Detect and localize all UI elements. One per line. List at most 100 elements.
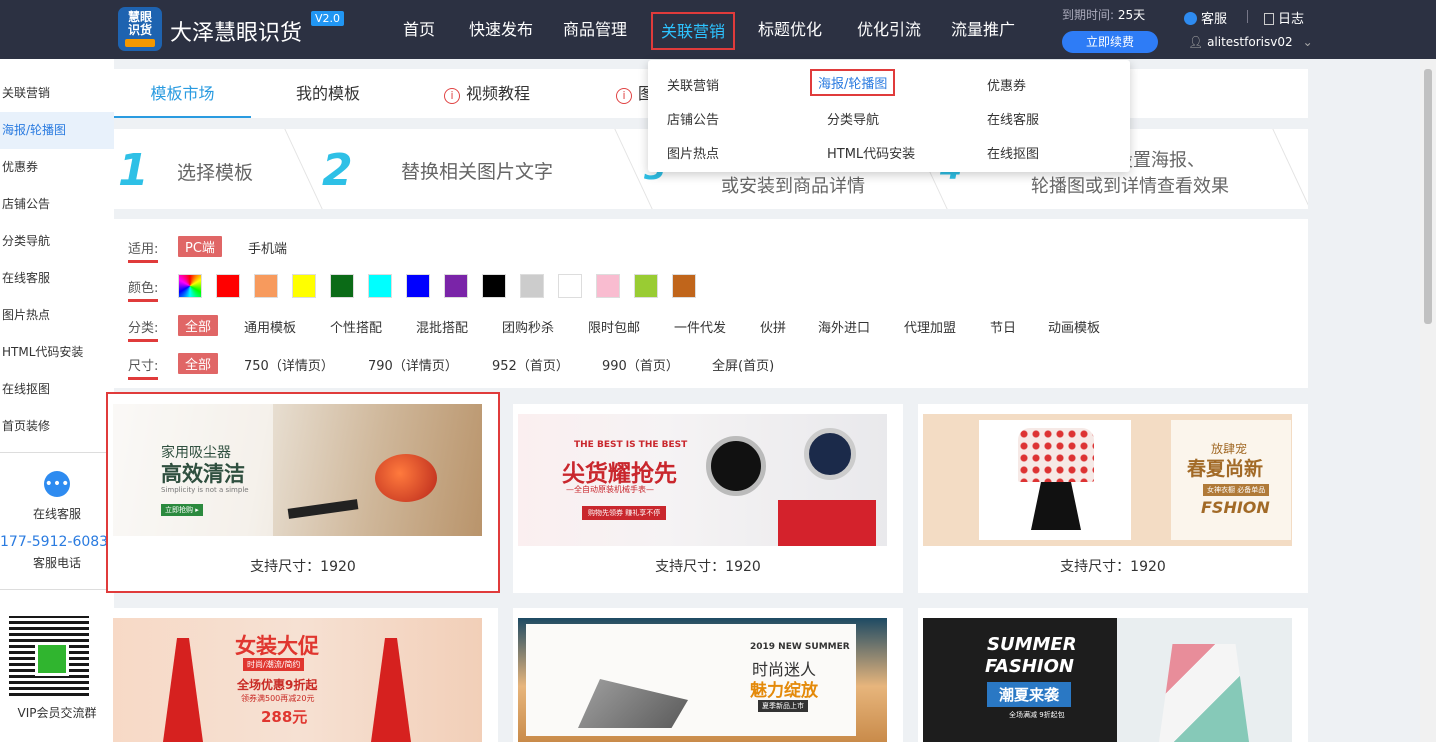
card-caption: 支持尺寸：1920 xyxy=(1060,559,1166,575)
template-thumbnail: SUMMER FASHION 潮夏来袭 全场满减 9折起包 xyxy=(923,618,1292,742)
nav-product-manage[interactable]: 商品管理 xyxy=(563,0,627,59)
filter-option-cat[interactable]: 限时包邮 xyxy=(588,317,640,336)
template-card-vacuum[interactable]: 家用吸尘器 高效清洁 Simplicity is not a simple 立即… xyxy=(106,392,500,593)
filter-option-size[interactable]: 全屏(首页) xyxy=(712,355,774,374)
sidebar-item-html-install[interactable]: HTML代码安装 xyxy=(0,334,114,371)
color-swatch[interactable] xyxy=(254,274,278,298)
color-swatch[interactable] xyxy=(520,274,544,298)
color-swatch[interactable] xyxy=(406,274,430,298)
tab-my-templates[interactable]: 我的模板 xyxy=(296,69,360,118)
brand-name: 大泽慧眼识货 xyxy=(170,21,303,46)
filter-option-cat[interactable]: 伙拼 xyxy=(760,317,786,336)
renew-button[interactable]: 立即续费 xyxy=(1062,31,1158,53)
nav-traffic-optimize[interactable]: 优化引流 xyxy=(857,0,921,59)
sidebar-item-coupon[interactable]: 优惠券 xyxy=(0,149,114,186)
template-thumbnail: 2019 NEW SUMMER 时尚迷人 魅力绽放 夏季新品上市 xyxy=(518,618,887,742)
online-service-label[interactable]: 在线客服 xyxy=(0,505,114,522)
filter-option-size-all[interactable]: 全部 xyxy=(178,353,219,374)
menu-item-related-marketing[interactable]: 关联营销 xyxy=(667,75,719,94)
color-swatch[interactable] xyxy=(558,274,582,298)
scrollbar[interactable] xyxy=(1420,59,1436,742)
color-swatch[interactable] xyxy=(216,274,240,298)
filter-label-category: 分类: xyxy=(128,317,159,342)
template-card-shoes[interactable]: 2019 NEW SUMMER 时尚迷人 魅力绽放 夏季新品上市 xyxy=(513,608,903,742)
color-swatch-all[interactable] xyxy=(178,274,202,298)
filter-option-size[interactable]: 790（详情页） xyxy=(368,355,458,374)
menu-item-poster[interactable]: 海报/轮播图 xyxy=(810,69,896,96)
vacuum-shape xyxy=(287,499,359,519)
filter-option-cat[interactable]: 节日 xyxy=(990,317,1016,336)
filter-option-cat[interactable]: 一件代发 xyxy=(674,317,726,336)
filter-option-size[interactable]: 990（首页） xyxy=(602,355,679,374)
filter-option-size[interactable]: 952（首页） xyxy=(492,355,569,374)
watch-shape xyxy=(804,428,856,480)
color-swatch[interactable] xyxy=(596,274,620,298)
banner-text: 女装大促 xyxy=(235,634,319,658)
sidebar-item-category-nav[interactable]: 分类导航 xyxy=(0,223,114,260)
app-logo[interactable]: 慧眼识货 xyxy=(118,7,162,51)
color-swatch[interactable] xyxy=(634,274,658,298)
version-badge: V2.0 xyxy=(311,11,345,26)
filter-option-cat[interactable]: 动画模板 xyxy=(1048,317,1100,336)
template-card-watch[interactable]: THE BEST IS THE BEST 尖货耀抢先 —全自动原装机械手表— 购… xyxy=(513,404,903,593)
top-bar: 慧眼识货 大泽慧眼识货 V2.0 首页 快速发布 商品管理 关联营销 标题优化 … xyxy=(0,0,1436,59)
nav-quick-publish[interactable]: 快速发布 xyxy=(469,0,533,59)
menu-item-coupon[interactable]: 优惠券 xyxy=(987,75,1026,94)
filter-row-size: 尺寸: 全部 750（详情页） 790（详情页） 952（首页） 990（首页）… xyxy=(114,349,1308,380)
filter-option-cat[interactable]: 通用模板 xyxy=(244,317,296,336)
divider xyxy=(1247,10,1248,23)
filter-option-size[interactable]: 750（详情页） xyxy=(244,355,334,374)
color-swatch[interactable] xyxy=(368,274,392,298)
user-icon: 👤︎ xyxy=(1188,35,1208,49)
nav-home[interactable]: 首页 xyxy=(403,0,435,59)
banner-text: SUMMER xyxy=(987,634,1077,655)
color-swatch[interactable] xyxy=(444,274,468,298)
sidebar-item-poster[interactable]: 海报/轮播图 xyxy=(0,112,114,149)
tab-template-market[interactable]: 模板市场 xyxy=(114,69,251,118)
banner-text: 女神衣橱 必备单品 xyxy=(1203,484,1270,496)
sidebar-item-online-service[interactable]: 在线客服 xyxy=(0,260,114,297)
sidebar-item-hotspot[interactable]: 图片热点 xyxy=(0,297,114,334)
menu-item-hotspot[interactable]: 图片热点 xyxy=(667,143,719,162)
filter-option-pc[interactable]: PC端 xyxy=(178,236,222,257)
filter-option-mobile[interactable]: 手机端 xyxy=(248,238,287,257)
template-card-women[interactable]: 女装大促 时尚/潮流/简约 全场优惠9折起 领券满500再减20元 288元 xyxy=(108,608,498,742)
menu-item-category-nav[interactable]: 分类导航 xyxy=(827,109,879,128)
nav-related-marketing[interactable]: 关联营销 xyxy=(651,12,736,50)
color-swatch[interactable] xyxy=(672,274,696,298)
sidebar-item-home-decor[interactable]: 首页装修 xyxy=(0,408,114,445)
menu-item-cutout[interactable]: 在线抠图 xyxy=(987,143,1039,162)
nav-traffic-promote[interactable]: 流量推广 xyxy=(951,0,1015,59)
nav-title-optimize[interactable]: 标题优化 xyxy=(758,0,822,59)
menu-item-online-service[interactable]: 在线客服 xyxy=(987,109,1039,128)
step-3-text: 或安装到商品详情 xyxy=(721,176,865,197)
menu-item-notice[interactable]: 店铺公告 xyxy=(667,109,719,128)
color-swatch[interactable] xyxy=(292,274,316,298)
template-card-fashion[interactable]: 放肆宠 春夏尚新 女神衣橱 必备单品 FSHION 支持尺寸：1920 xyxy=(918,404,1308,593)
filter-option-cat[interactable]: 个性搭配 xyxy=(330,317,382,336)
chat-icon[interactable]: ••• xyxy=(44,471,70,497)
color-swatch[interactable] xyxy=(330,274,354,298)
sidebar-item-related-marketing[interactable]: 关联营销 xyxy=(0,75,114,112)
menu-item-html-install[interactable]: HTML代码安装 xyxy=(827,143,915,162)
expire-value: 25天 xyxy=(1117,8,1146,22)
filter-option-cat-all[interactable]: 全部 xyxy=(178,315,219,336)
service-link[interactable]: 客服 xyxy=(1184,8,1227,27)
tab-video-tutorial[interactable]: i 视频教程 xyxy=(444,69,530,118)
template-card-summer[interactable]: SUMMER FASHION 潮夏来袭 全场满减 9折起包 xyxy=(918,608,1308,742)
sidebar-item-notice[interactable]: 店铺公告 xyxy=(0,186,114,223)
log-link[interactable]: 日志 xyxy=(1264,8,1304,27)
sidebar-item-cutout[interactable]: 在线抠图 xyxy=(0,371,114,408)
filter-option-cat[interactable]: 团购秒杀 xyxy=(502,317,554,336)
filter-option-cat[interactable]: 代理加盟 xyxy=(904,317,956,336)
banner-text: FASHION xyxy=(985,656,1074,677)
card-caption: 支持尺寸：1920 xyxy=(655,559,761,575)
scrollbar-thumb[interactable] xyxy=(1424,69,1432,324)
filter-option-cat[interactable]: 混批搭配 xyxy=(416,317,468,336)
template-thumbnail: 女装大促 时尚/潮流/简约 全场优惠9折起 领券满500再减20元 288元 xyxy=(113,618,482,742)
color-swatch[interactable] xyxy=(482,274,506,298)
user-menu[interactable]: 👤︎ alitestforisv02 ⌄ xyxy=(1188,35,1313,49)
template-thumbnail: 放肆宠 春夏尚新 女神衣橱 必备单品 FSHION xyxy=(923,414,1292,546)
banner-text: 领券满500再减20元 xyxy=(241,694,315,703)
filter-option-cat[interactable]: 海外进口 xyxy=(818,317,870,336)
